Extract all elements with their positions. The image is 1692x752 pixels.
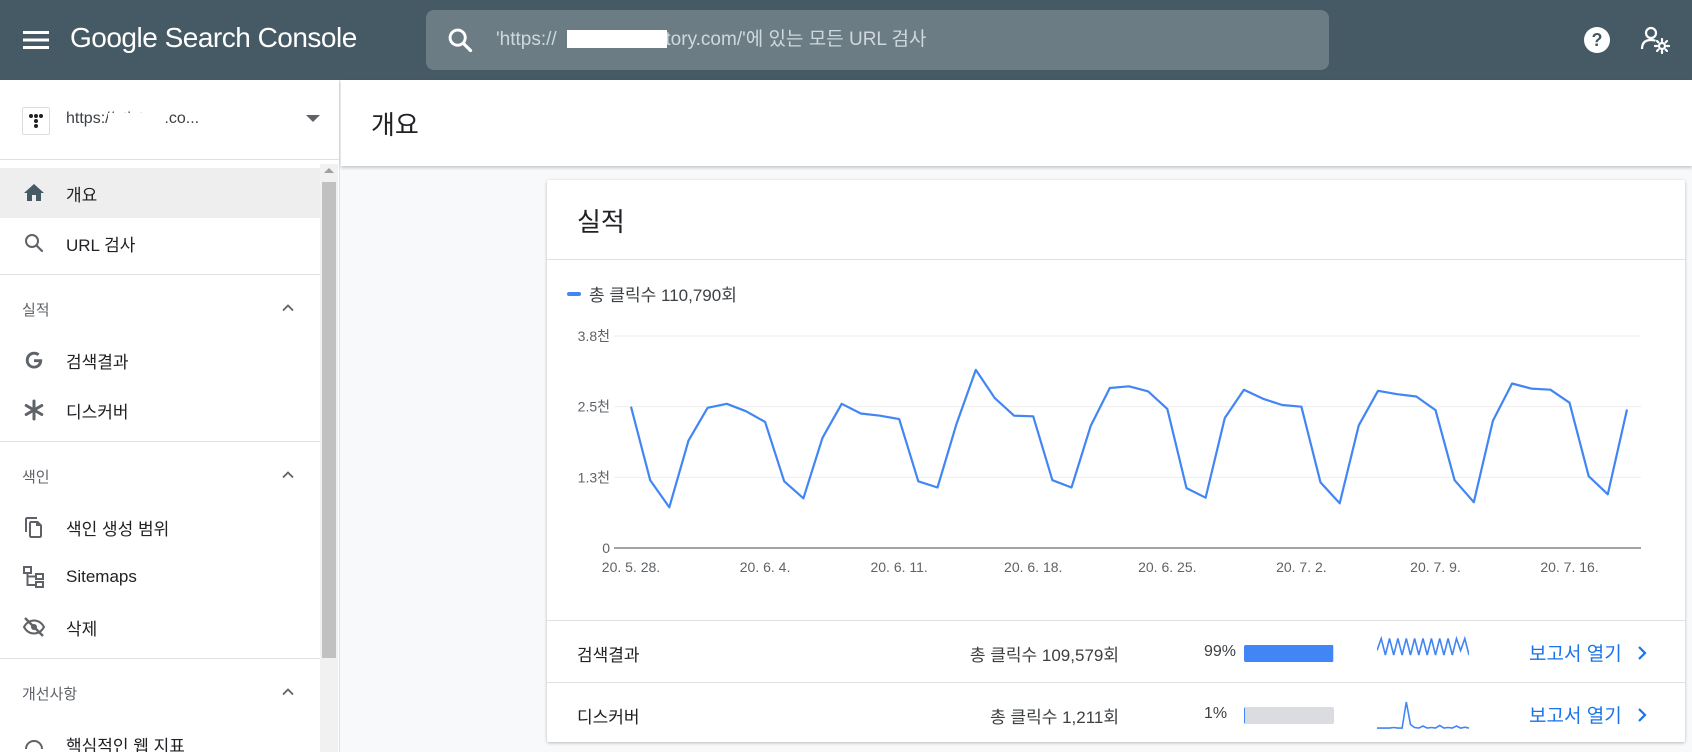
- x-tick-label: 20. 6. 25.: [1138, 559, 1196, 575]
- chart-legend: 총 클릭수 110,790회: [567, 281, 737, 306]
- scroll-up-arrow-icon[interactable]: [324, 168, 334, 173]
- y-tick-label: 2.5천: [578, 399, 610, 415]
- sidebar-item-label: Sitemaps: [66, 567, 137, 586]
- open-report-link[interactable]: 보고서 열기: [1529, 639, 1652, 666]
- x-tick-label: 20. 5. 28.: [602, 559, 660, 575]
- home-icon: [24, 184, 44, 201]
- series-line-total-clicks: [629, 368, 1629, 509]
- sidebar-item-label: URL 검사: [66, 235, 136, 255]
- section-label: 개선사항: [22, 686, 78, 703]
- redaction-block: [567, 30, 667, 48]
- page-title: 개요: [371, 110, 419, 140]
- open-report-label: 보고서 열기: [1529, 706, 1622, 727]
- sparkline: [1377, 635, 1469, 656]
- search-icon: [25, 234, 44, 253]
- svg-text:?: ?: [1592, 30, 1603, 50]
- chevron-right-icon: [1637, 645, 1647, 660]
- report-row-discover: 디스커버 총 클릭수 1,211회 1% 보고서 열기: [547, 682, 1685, 744]
- share-bar-fill: [1244, 707, 1245, 724]
- legend-label: 총 클릭수 110,790회: [589, 286, 737, 305]
- app-title: Google Search Console: [70, 22, 357, 53]
- sidebar-item-label: 디스커버: [66, 402, 129, 422]
- sidebar-item-core-web-vitals[interactable]: 핵심적인 웹 지표: [0, 719, 320, 752]
- sidebar-item-coverage[interactable]: 색인 생성 범위: [0, 502, 320, 552]
- sidebar-item-overview[interactable]: 개요: [0, 168, 320, 218]
- sidebar-item-discover[interactable]: 디스커버: [0, 385, 320, 435]
- section-index[interactable]: 색인: [0, 448, 320, 502]
- sidebar-scroll-thumb[interactable]: [322, 182, 336, 658]
- section-label: 실적: [22, 302, 50, 319]
- top-app-bar: Google Search Console ?: [0, 0, 1692, 80]
- asterisk-icon: [24, 399, 44, 421]
- menu-icon[interactable]: [20, 24, 52, 56]
- sparkline-line-search-results: [1377, 635, 1469, 656]
- share-bar: [1244, 707, 1334, 724]
- sidebar-item-label: 색인 생성 범위: [66, 519, 170, 539]
- report-row-search-results: 검색결과 총 클릭수 109,579회 99% 보고서 열기: [547, 620, 1685, 682]
- sitemap-icon: [23, 566, 44, 588]
- card-title: 실적: [577, 207, 625, 237]
- property-selector[interactable]: https:// .tistory.co...: [0, 80, 339, 160]
- section-label: 색인: [22, 469, 50, 486]
- clicks-line-chart: 0 1.3천 2.5천 3.8천 20. 5. 28. 20. 6. 4. 20. 6. 1…: [578, 328, 1641, 575]
- sparkline-line-discover: [1377, 701, 1469, 729]
- url-inspect-search-box[interactable]: [426, 10, 1329, 70]
- page-header: 개요: [341, 80, 1692, 166]
- copy-icon: [25, 517, 42, 538]
- y-tick-label: 0: [602, 540, 610, 556]
- sidebar-item-url-inspection[interactable]: URL 검사: [0, 218, 320, 268]
- row-clicks: 총 클릭수 1,211회: [990, 708, 1119, 727]
- help-icon[interactable]: ?: [1581, 24, 1613, 56]
- eye-off-icon: [22, 617, 46, 637]
- x-tick-label: 20. 7. 16.: [1540, 559, 1598, 575]
- redaction-block: [108, 113, 166, 127]
- row-percent: 99%: [1204, 643, 1237, 660]
- sidebar-item-label: 핵심적인 웹 지표: [66, 736, 185, 752]
- chevron-up-icon: [282, 471, 294, 479]
- row-clicks: 총 클릭수 109,579회: [969, 646, 1119, 665]
- sidebar-item-sitemaps[interactable]: Sitemaps: [0, 552, 320, 602]
- sidebar-item-search-results[interactable]: 검색결과: [0, 335, 320, 385]
- open-report-link[interactable]: 보고서 열기: [1529, 701, 1652, 728]
- x-tick-label: 20. 6. 4.: [740, 559, 791, 575]
- x-tick-label: 20. 6. 18.: [1004, 559, 1062, 575]
- open-report-label: 보고서 열기: [1529, 644, 1622, 665]
- y-tick-label: 1.3천: [578, 469, 610, 485]
- section-performance[interactable]: 실적: [0, 281, 320, 335]
- divider: [0, 658, 320, 659]
- sidebar-item-label: 삭제: [66, 619, 98, 639]
- sidebar-item-label: 검색결과: [66, 352, 129, 372]
- row-name: 검색결과: [577, 646, 640, 665]
- performance-card: 실적 총 클릭수 110,790회 0 1.3천 2.5천 3.8천 20. 5. 28…: [547, 180, 1685, 742]
- sparkline: [1377, 701, 1469, 729]
- section-enhancements[interactable]: 개선사항: [0, 665, 320, 719]
- row-percent: 1%: [1204, 705, 1228, 722]
- sidebar-item-label: 개요: [66, 185, 98, 205]
- dropdown-arrow-icon[interactable]: [306, 115, 320, 122]
- gauge-icon: [25, 740, 43, 750]
- google-g-icon: [25, 351, 43, 369]
- chevron-up-icon: [282, 688, 294, 696]
- search-icon: [448, 28, 473, 53]
- row-name: 디스커버: [577, 708, 640, 727]
- legend-swatch: [567, 291, 581, 296]
- chevron-right-icon: [1637, 707, 1647, 722]
- x-tick-label: 20. 6. 11.: [870, 559, 927, 575]
- sidebar-item-removals[interactable]: 삭제: [0, 602, 320, 652]
- y-tick-label: 3.8천: [578, 328, 610, 344]
- tistory-logo-icon: [22, 107, 50, 135]
- account-settings-icon[interactable]: [1640, 24, 1672, 56]
- divider: [547, 259, 1685, 260]
- divider: [0, 274, 320, 275]
- chevron-up-icon: [282, 304, 294, 312]
- sidebar: https:// .tistory.co... 개요 URL 검사 실적 검색결…: [0, 80, 340, 752]
- divider: [0, 441, 320, 442]
- sidebar-nav: 개요 URL 검사 실적 검색결과 디스커버 색인 색인 생성 범위 Sitem…: [0, 168, 320, 752]
- x-tick-label: 20. 7. 2.: [1276, 559, 1327, 575]
- x-tick-label: 20. 7. 9.: [1410, 559, 1461, 575]
- share-bar: [1244, 645, 1334, 662]
- share-bar-fill: [1244, 645, 1334, 662]
